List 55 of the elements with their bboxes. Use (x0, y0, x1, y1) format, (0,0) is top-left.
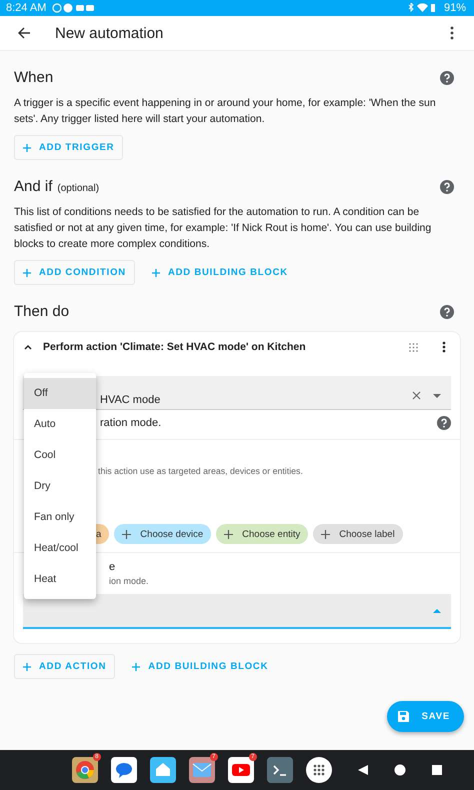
target-chip[interactable]: Choose label (313, 524, 403, 544)
more-options-icon[interactable] (450, 26, 454, 40)
menu-item[interactable]: Heat (24, 564, 96, 595)
optional-note: (optional) (57, 183, 100, 194)
menu-item[interactable]: Heat/cool (24, 533, 96, 564)
app-icon[interactable] (188, 757, 214, 783)
field-description: ion mode. (109, 576, 149, 586)
plus-icon (132, 662, 140, 670)
menu-item[interactable]: Auto (24, 409, 96, 440)
target-chip[interactable]: Choose entity (216, 524, 308, 544)
plus-icon (23, 144, 31, 152)
section-title: When (14, 69, 54, 86)
menu-item[interactable]: Fan only (24, 502, 96, 533)
app-icon[interactable] (150, 757, 176, 783)
field-title: e (109, 561, 116, 573)
section-description: A trigger is a specific event happening in or around your home, for example: 'When the sun sets'. Any trigger listed here will start your automation. (14, 96, 437, 127)
plus-icon (321, 530, 330, 538)
plus-icon (23, 268, 31, 276)
menu-item[interactable]: Cool (24, 440, 96, 471)
help-icon[interactable] (440, 180, 454, 194)
help-icon[interactable] (437, 416, 451, 430)
plus-icon (224, 530, 234, 538)
help-icon[interactable] (440, 304, 454, 318)
chevron-icon[interactable] (23, 343, 33, 351)
plus-icon (23, 662, 31, 670)
more-options-icon[interactable] (442, 341, 446, 353)
app-icon[interactable] (228, 757, 254, 783)
section-title: And if (14, 178, 52, 195)
page-title: New automation (55, 24, 164, 42)
app-icon[interactable] (266, 757, 292, 783)
menu-item[interactable]: Dry (24, 471, 96, 502)
clear-icon[interactable] (412, 391, 421, 400)
battery-level: 91% (444, 2, 466, 14)
target-description: this action use as targeted areas, devices or entities. (98, 466, 304, 476)
section-description: This list of conditions needs to be satisfied for the automation to run. A condition can be satisfied or not at any given time, for example: 'If Nick Rout is home'. You can use building blocks to create more complex conditions. (14, 205, 432, 252)
home-icon[interactable] (394, 764, 406, 776)
plus-icon (122, 530, 132, 538)
recents-icon[interactable] (430, 764, 442, 776)
help-icon[interactable] (440, 70, 454, 84)
status-time: 8:24 AM (6, 2, 46, 14)
app-icon[interactable] (110, 757, 136, 783)
target-chip[interactable]: Choose device (114, 524, 212, 544)
app-icon[interactable] (72, 757, 98, 783)
action-description: ration mode. (100, 417, 162, 429)
signal-icons (408, 3, 438, 13)
caret-icon[interactable] (433, 394, 441, 398)
notification-icons (52, 3, 96, 13)
action-title: Perform action 'Climate: Set HVAC mode' on Kitchen (43, 341, 306, 353)
menu-item[interactable]: Off (24, 378, 96, 409)
drag-handle-icon[interactable] (409, 342, 418, 352)
section-title: Then do (14, 303, 70, 320)
back-icon[interactable] (356, 764, 368, 776)
back-arrow-icon[interactable] (17, 26, 31, 40)
plus-icon (152, 268, 160, 276)
app-drawer-icon[interactable] (306, 757, 332, 783)
